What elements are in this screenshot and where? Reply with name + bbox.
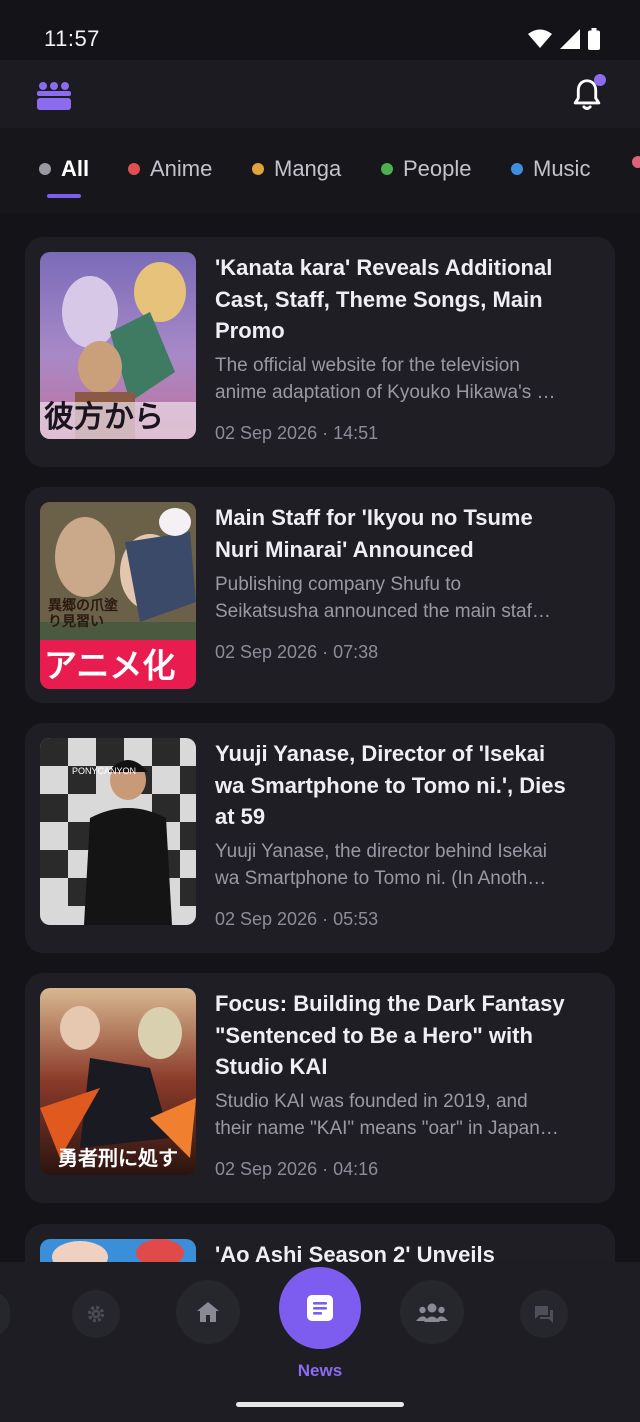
tab-dot — [252, 163, 264, 175]
battery-icon — [588, 28, 600, 50]
news-thumbnail: 勇者刑に処す — [40, 988, 196, 1175]
news-title: Yuuji Yanase, Director of 'Isekai wa Sma… — [215, 738, 605, 833]
news-date: 02 Sep 2026 · 04:16 — [215, 1159, 379, 1179]
news-description-line: The official website for the television — [215, 355, 520, 376]
tab-manga[interactable]: Manga — [252, 156, 341, 182]
news-description: Studio KAI was founded in 2019, and thei… — [215, 1088, 603, 1142]
tab-label: Manga — [274, 156, 342, 181]
news-title-line: 'Kanata kara' Reveals Additional — [215, 255, 553, 280]
nav-partial-button[interactable] — [0, 1292, 10, 1336]
tab-dot — [381, 163, 393, 175]
news-title-line: Nuri Minarai' Announced — [215, 536, 474, 562]
nav-active-label: News — [297, 1361, 343, 1380]
news-card[interactable]: 勇者刑に処す Focus: Building the Dark Fantasy … — [25, 973, 615, 1203]
news-thumbnail: 異郷の爪塗り見習い アニメ化 — [40, 502, 196, 689]
forum-icon — [535, 1306, 553, 1323]
news-date: 02 Sep 2026 · 14:51 — [215, 423, 379, 443]
news-card[interactable]: 異郷の爪塗り見習い アニメ化 Main Staff for 'Ikyou no … — [25, 487, 615, 703]
news-thumbnail: PONYCANYON — [40, 738, 196, 925]
nav-people-button[interactable] — [400, 1280, 464, 1344]
news-description-line: Yuuji Yanase, the director behind Isekai — [215, 841, 548, 862]
settings-icon — [87, 1305, 105, 1323]
news-icon — [307, 1295, 333, 1321]
tab-label: People — [403, 156, 472, 181]
news-card[interactable]: 彼方から 'Kanata kara' Reveals Additional Ca… — [25, 237, 615, 467]
nav-forum-button[interactable] — [520, 1290, 568, 1338]
news-date: 02 Sep 2026 · 07:38 — [215, 642, 379, 662]
category-tabs: All Anime Manga People Music — [0, 128, 640, 214]
tab-label: All — [61, 156, 90, 181]
tab-dot — [39, 163, 51, 175]
news-description-line: anime adaptation of Kyouko Hikawa's … — [215, 382, 556, 403]
news-description-line: their name "KAI" means "oar" in Japan… — [215, 1118, 559, 1139]
news-title: Main Staff for 'Ikyou no Tsume Nuri Mina… — [215, 502, 605, 565]
thumbnail-subtitle: 異郷の爪塗り見習い — [48, 598, 118, 630]
news-description-line: Seikatsusha announced the main staf… — [215, 601, 551, 622]
app-header — [0, 60, 640, 128]
news-feed[interactable]: 彼方から 'Kanata kara' Reveals Additional Ca… — [0, 214, 640, 1264]
nav-settings-button[interactable] — [72, 1290, 120, 1338]
news-title-line: Studio KAI — [215, 1054, 328, 1079]
news-description: Yuuji Yanase, the director behind Isekai… — [215, 838, 603, 892]
nav-home-button[interactable] — [176, 1280, 240, 1344]
tab-anime[interactable]: Anime — [128, 156, 212, 182]
thumbnail-caption: 勇者刑に処す — [58, 1146, 178, 1170]
news-title-line: Promo — [215, 318, 285, 343]
news-description: The official website for the television … — [215, 352, 603, 406]
news-date: 02 Sep 2026 · 05:53 — [215, 909, 379, 929]
news-title: 'Kanata kara' Reveals Additional Cast, S… — [215, 252, 605, 347]
news-title-line: "Sentenced to Be a Hero" with — [215, 1022, 533, 1048]
tab-label: Music — [533, 156, 591, 181]
news-description-line: Studio KAI was founded in 2019, and — [215, 1091, 528, 1112]
news-title-line: wa Smartphone to Tomo ni.', Dies — [215, 772, 566, 798]
news-title-line: 'Ao Ashi Season 2' Unveils — [215, 1242, 495, 1264]
news-title-line: at 59 — [215, 804, 266, 829]
status-time: 11:57 — [44, 26, 100, 51]
nav-news-button[interactable] — [279, 1267, 361, 1349]
thumbnail-caption: アニメ化 — [44, 647, 176, 684]
news-thumbnail — [40, 1239, 196, 1264]
tab-all[interactable]: All — [39, 156, 89, 182]
status-icons — [528, 28, 600, 50]
thumbnail-caption: PONYCANYON — [72, 766, 137, 776]
tab-dot — [511, 163, 523, 175]
news-thumbnail: 彼方から — [40, 252, 196, 439]
news-title-line: Cast, Staff, Theme Songs, Main — [215, 286, 543, 312]
news-title: Focus: Building the Dark Fantasy "Senten… — [215, 988, 605, 1083]
news-title-line: Yuuji Yanase, Director of 'Isekai — [215, 741, 546, 766]
tab-dot — [128, 163, 140, 175]
cellular-icon — [560, 29, 580, 49]
news-card[interactable]: 'Ao Ashi Season 2' Unveils — [25, 1224, 615, 1264]
home-icon — [197, 1302, 219, 1322]
tab-people[interactable]: People — [381, 156, 472, 182]
tab-more[interactable] — [632, 156, 640, 168]
tab-music[interactable]: Music — [511, 156, 590, 182]
news-title-line: Focus: Building the Dark Fantasy — [215, 991, 565, 1016]
thumbnail-caption: 彼方から — [44, 400, 164, 435]
news-card[interactable]: PONYCANYON Yuuji Yanase, Director of 'Is… — [25, 723, 615, 953]
wifi-icon — [528, 29, 552, 48]
gesture-home-indicator[interactable] — [236, 1402, 404, 1407]
bottom-navigation: News — [0, 1262, 640, 1422]
news-description-line: Publishing company Shufu to — [215, 574, 462, 595]
app-logo-icon[interactable] — [36, 80, 72, 110]
news-title: 'Ao Ashi Season 2' Unveils — [215, 1239, 605, 1264]
news-description: Publishing company Shufu to Seikatsusha … — [215, 571, 603, 625]
tab-dot — [632, 156, 640, 168]
people-icon — [416, 1303, 448, 1322]
notification-badge — [594, 74, 606, 86]
news-title-line: Main Staff for 'Ikyou no Tsume — [215, 505, 533, 530]
active-tab-indicator — [47, 194, 81, 198]
tab-label: Anime — [150, 156, 213, 181]
news-description-line: wa Smartphone to Tomo ni. (In Anoth… — [215, 868, 547, 889]
thumbnail-art — [40, 1239, 196, 1264]
